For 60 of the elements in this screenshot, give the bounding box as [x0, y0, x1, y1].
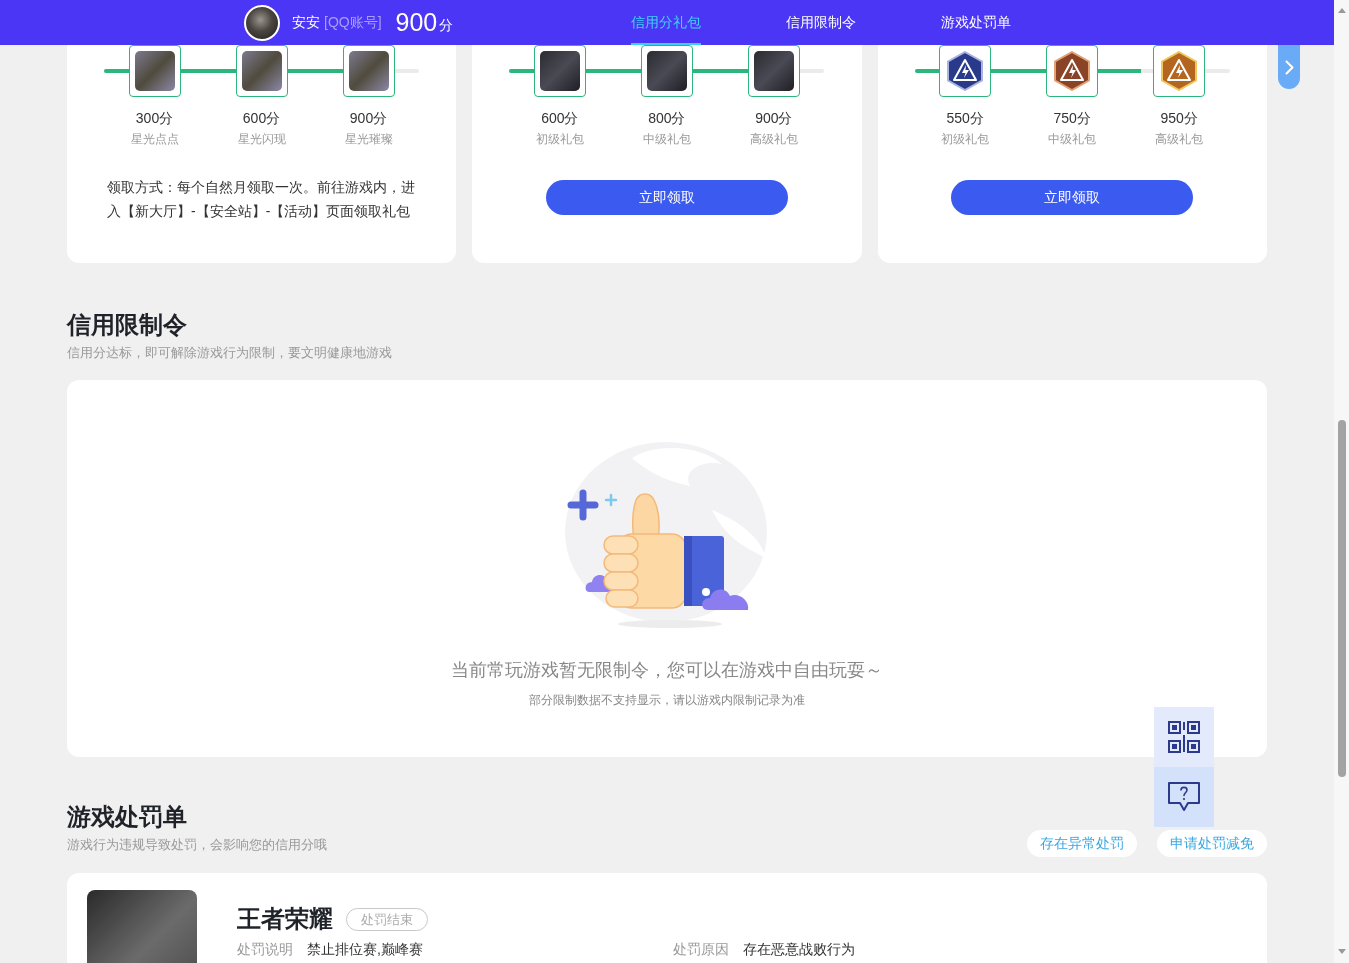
- section-subtitle: 信用分达标，即可解除游戏行为限制，要文明健康地游戏: [67, 344, 393, 362]
- reward-name: 高级礼包: [749, 131, 798, 148]
- qr-code-icon: [1168, 721, 1200, 753]
- game-title: 王者荣耀: [237, 904, 333, 934]
- score-unit: 分: [439, 16, 454, 35]
- reward-points: 300分: [135, 109, 174, 128]
- reward-points: 550分: [946, 109, 984, 128]
- claim-button[interactable]: 立即领取: [951, 180, 1194, 215]
- action-button[interactable]: 申请处罚减免: [1157, 830, 1267, 857]
- hexagon-emblem-icon: [1160, 51, 1199, 91]
- reward-image-placeholder: [134, 51, 175, 91]
- avatar-placeholder: [244, 4, 280, 41]
- empty-state-message: 当前常玩游戏暂无限制令，您可以在游戏中自由玩耍～: [451, 659, 883, 682]
- help-button[interactable]: [1154, 767, 1214, 827]
- scrollbar[interactable]: [1334, 0, 1349, 963]
- reward-points: 600分: [541, 109, 579, 128]
- reward-points: 600分: [242, 109, 281, 128]
- reward-points: 950分: [1160, 109, 1198, 128]
- user-name: 安安: [292, 13, 320, 32]
- help-bubble-icon: [1168, 782, 1200, 812]
- nav-tab[interactable]: 信用限制令: [786, 0, 856, 45]
- next-arrow-button[interactable]: [1278, 45, 1300, 89]
- action-button[interactable]: 存在异常处罚: [1027, 830, 1137, 857]
- info-label: 处罚原因: [673, 940, 729, 958]
- reward-points: 750分: [1053, 109, 1091, 128]
- reward-name: 中级礼包: [642, 131, 691, 148]
- reward-image-placeholder: [753, 51, 794, 91]
- claim-button[interactable]: 立即领取: [546, 180, 788, 215]
- hexagon-emblem-icon: [946, 51, 985, 91]
- hexagon-emblem-icon: [1053, 51, 1092, 91]
- account-type-label: [QQ账号]: [324, 13, 382, 32]
- reward-points: 900分: [349, 109, 388, 128]
- scroll-down-arrow-icon[interactable]: [1337, 949, 1346, 954]
- score-value: 900: [395, 10, 438, 35]
- reward-name: 星光璀璨: [344, 131, 393, 148]
- scroll-up-arrow-icon[interactable]: [1337, 8, 1346, 13]
- claim-instructions: 领取方式：每个自然月领取一次。前往游戏内，进入【新大厅】-【安全站】-【活动】页面领取礼包: [107, 178, 416, 221]
- chevron-right-icon: [1284, 59, 1294, 75]
- reward-name: 高级礼包: [1155, 131, 1204, 148]
- reward-points: 900分: [755, 109, 793, 128]
- reward-image-placeholder: [348, 51, 389, 91]
- reward-image-placeholder: [539, 51, 580, 91]
- reward-image-placeholder: [646, 51, 687, 91]
- reward-name: 中级礼包: [1048, 131, 1097, 148]
- reward-name: 初级礼包: [941, 131, 990, 148]
- info-value: 存在恶意战败行为: [743, 940, 855, 958]
- scrollbar-thumb[interactable]: [1337, 420, 1346, 777]
- empty-state-note: 部分限制数据不支持显示，请以游戏内限制记录为准: [529, 692, 805, 709]
- section-title: 游戏处罚单: [67, 802, 188, 832]
- section-subtitle: 游戏行为违规导致处罚，会影响您的信用分哦: [67, 836, 327, 854]
- reward-image-placeholder: [241, 51, 282, 91]
- qr-code-button[interactable]: [1154, 707, 1214, 767]
- reward-points: 800分: [648, 109, 686, 128]
- nav-tab[interactable]: 游戏处罚单: [941, 0, 1011, 45]
- reward-name: 星光点点: [130, 131, 179, 148]
- reward-name: 星光闪现: [237, 131, 286, 148]
- info-label: 处罚说明: [237, 940, 293, 958]
- reward-name: 初级礼包: [535, 131, 584, 148]
- section-title: 信用限制令: [67, 310, 188, 340]
- info-value: 禁止排位赛,巅峰赛: [307, 940, 423, 958]
